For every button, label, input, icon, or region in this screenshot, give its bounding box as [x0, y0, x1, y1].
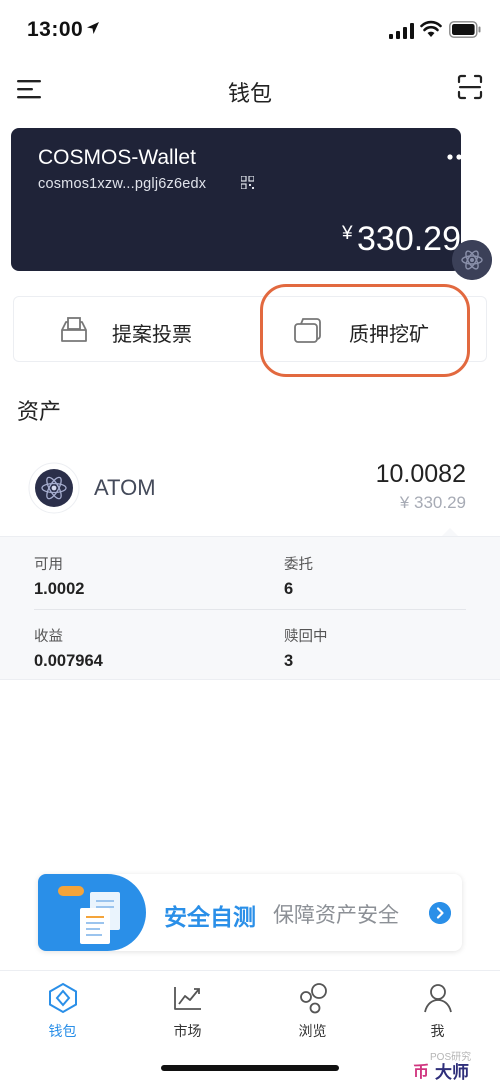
- watermark-logo-text: 大师: [435, 1063, 469, 1082]
- detail-rewards: 收益 0.007964: [34, 625, 103, 671]
- cellular-signal-icon: [389, 23, 414, 39]
- wallet-card[interactable]: COSMOS-Wallet cosmos1xzw...pglj6z6edx ¥ …: [11, 128, 461, 271]
- detail-delegated: 委托 6: [284, 553, 313, 599]
- document-check-icon: [58, 886, 120, 944]
- asset-details-panel: 可用 1.0002 委托 6 收益 0.007964 赎回中 3: [0, 536, 500, 680]
- scan-icon[interactable]: [457, 74, 483, 100]
- balance-value: 330.29: [357, 220, 461, 258]
- market-chart-icon: [174, 987, 201, 1010]
- navigation-bar: 钱包: [0, 60, 500, 120]
- asset-row-atom[interactable]: ATOM 10.0082 ¥ 330.29: [0, 448, 500, 534]
- tab-wallet-label: 钱包: [48, 1023, 77, 1039]
- atom-logo-icon: [28, 462, 80, 514]
- highlight-annotation: [260, 284, 470, 377]
- wallet-name: COSMOS-Wallet: [38, 146, 196, 169]
- location-arrow-icon: [87, 22, 99, 34]
- banner-title: 安全自测: [164, 904, 256, 930]
- status-bar: 13:00: [0, 0, 500, 60]
- profile-icon: [424, 984, 452, 1013]
- browse-bubbles-icon: [300, 983, 327, 1014]
- cosmos-watermark-icon: [452, 240, 492, 280]
- proposal-vote-label: 提案投票: [112, 324, 192, 346]
- tab-market-label: 市场: [173, 1023, 202, 1039]
- tab-browse[interactable]: 浏览: [250, 971, 375, 1051]
- assets-heading: 资产: [17, 399, 62, 424]
- security-check-banner[interactable]: 安全自测 保障资产安全: [38, 874, 462, 951]
- rewards-label: 收益: [34, 629, 63, 645]
- proposal-vote-button[interactable]: 提案投票: [14, 297, 251, 363]
- unbonding-value: 3: [284, 652, 294, 670]
- qr-code-icon[interactable]: [241, 176, 254, 189]
- asset-amount: 10.0082: [375, 460, 466, 488]
- more-options-icon[interactable]: [446, 152, 461, 162]
- wallet-balance: ¥ 330.29: [161, 220, 461, 259]
- delegated-label: 委托: [284, 557, 313, 573]
- delegated-value: 6: [284, 580, 294, 598]
- unbonding-label: 赎回中: [284, 629, 328, 645]
- tab-me[interactable]: 我: [375, 971, 500, 1051]
- banner-subtitle: 保障资产安全: [273, 904, 399, 927]
- detail-unbonding: 赎回中 3: [284, 625, 328, 671]
- balance-currency-symbol: ¥: [341, 223, 353, 244]
- home-indicator[interactable]: [161, 1065, 339, 1071]
- detail-available: 可用 1.0002: [34, 553, 84, 599]
- tab-market[interactable]: 市场: [125, 971, 250, 1051]
- watermark-logo-mark: 币: [413, 1064, 430, 1081]
- tab-me-label: 我: [430, 1023, 445, 1039]
- asset-fiat-value: ¥ 330.29: [399, 493, 466, 512]
- wallet-icon: [49, 982, 77, 1014]
- asset-name: ATOM: [94, 475, 156, 500]
- tab-browse-label: 浏览: [298, 1023, 327, 1039]
- rewards-value: 0.007964: [34, 652, 103, 670]
- ballot-box-icon: [61, 317, 87, 342]
- wallet-address: cosmos1xzw...pglj6z6edx: [38, 176, 207, 192]
- tab-wallet[interactable]: 钱包: [0, 971, 125, 1051]
- wifi-icon: [420, 20, 442, 37]
- status-time: 13:00: [27, 18, 84, 41]
- available-label: 可用: [34, 557, 63, 573]
- details-divider: [34, 609, 466, 610]
- watermark-logo: 币 大师: [413, 1058, 493, 1082]
- available-value: 1.0002: [34, 580, 85, 598]
- chevron-right-icon[interactable]: [429, 902, 451, 924]
- battery-icon: [449, 21, 481, 38]
- page-title: 钱包: [227, 81, 272, 106]
